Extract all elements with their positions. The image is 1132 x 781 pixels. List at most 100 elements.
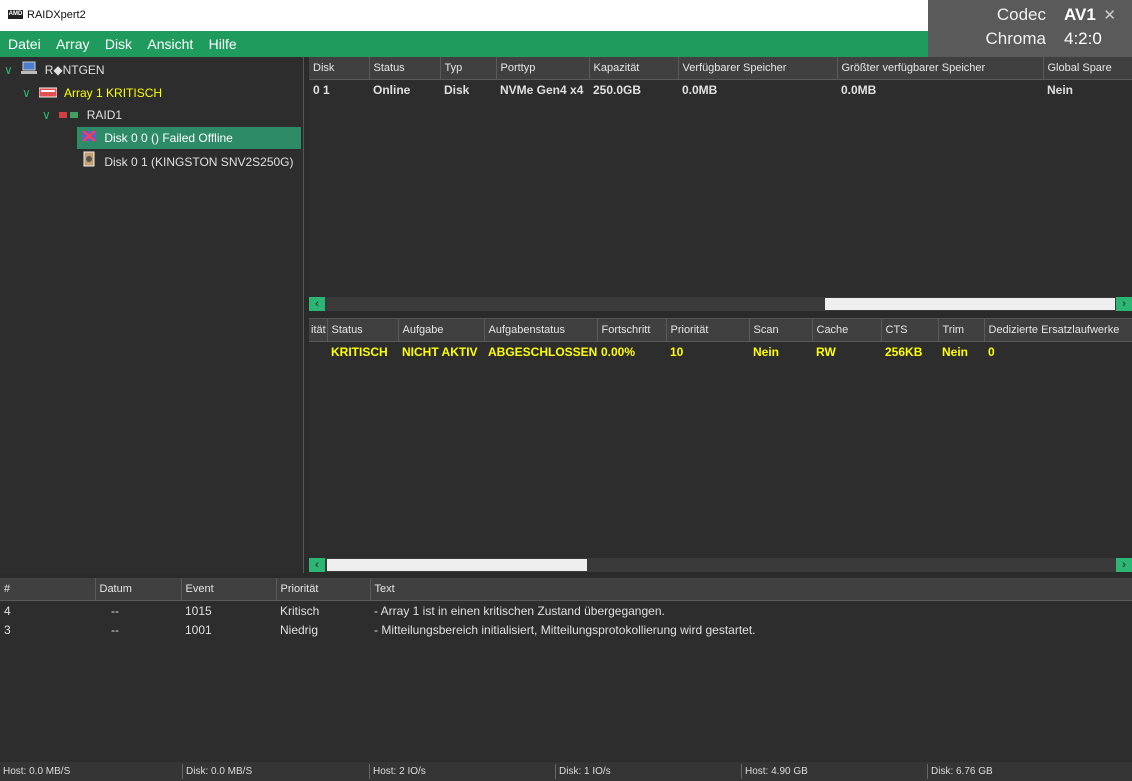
col-status[interactable]: Status <box>369 57 441 80</box>
table-row[interactable]: 0 1 Online Disk NVMe Gen4 x4 250.0GB 0.0… <box>309 80 1132 101</box>
table-row[interactable]: 4 -- 1015 Kritisch - Array 1 ist in eine… <box>0 601 1132 621</box>
chroma-label: Chroma <box>985 29 1046 48</box>
cell: KRITISCH <box>331 345 388 359</box>
col-prioritaet[interactable]: Priorität <box>276 578 371 601</box>
col-kapazitaet[interactable]: Kapazität <box>589 57 679 80</box>
menu-hilfe[interactable]: Hilfe <box>205 31 241 57</box>
col-aufgabe[interactable]: Aufgabe <box>398 319 485 342</box>
array-horizontal-scrollbar[interactable]: ‹ › <box>309 558 1132 572</box>
cell: 10 <box>670 345 684 359</box>
tree-raid-label: RAID1 <box>86 108 123 122</box>
cell: -- <box>111 603 119 618</box>
cell: 0.0MB <box>682 83 718 97</box>
disk-pane: Disk Status Typ Porttyp Kapazität Verfüg… <box>309 57 1132 297</box>
cell: NVMe Gen4 x4 <box>500 83 584 97</box>
col-trim[interactable]: Trim <box>938 319 985 342</box>
cell: Disk <box>444 83 470 97</box>
cell: - Mitteilungsbereich initialisiert, Mitt… <box>374 622 756 637</box>
status-disk-io: Disk: 1 IO/s <box>559 766 611 777</box>
menu-datei[interactable]: Datei <box>4 31 45 57</box>
cell <box>309 342 327 363</box>
tree-node-disk-failed[interactable]: Disk 0 0 () Failed Offline <box>77 127 301 149</box>
close-icon[interactable]: ✕ <box>1103 6 1116 24</box>
chevron-down-icon[interactable]: ∨ <box>22 82 36 104</box>
scroll-thumb[interactable] <box>327 559 587 571</box>
codec-overlay: Codec AV1 ✕ Chroma 4:2:0 <box>928 0 1132 57</box>
status-disk-size: Disk: 6.76 GB <box>931 766 993 777</box>
cell: Nein <box>1047 83 1074 97</box>
menu-array[interactable]: Array <box>52 31 93 57</box>
cell: 4 <box>4 603 11 618</box>
col-prioritaet-cut[interactable]: ität <box>309 319 328 342</box>
status-divider <box>555 764 556 779</box>
col-verfuegbar[interactable]: Verfügbarer Speicher <box>678 57 838 80</box>
status-bar: Host: 0.0 MB/S Disk: 0.0 MB/S Host: 2 IO… <box>0 762 1132 781</box>
status-disk-rate: Disk: 0.0 MB/S <box>186 766 253 777</box>
col-prioritaet[interactable]: Priorität <box>666 319 750 342</box>
cell: 0.00% <box>601 345 636 359</box>
col-ersatzlaufwerke[interactable]: Dedizierte Ersatzlaufwerke <box>984 319 1132 342</box>
menu-disk[interactable]: Disk <box>101 31 136 57</box>
col-text[interactable]: Text <box>370 578 1132 601</box>
status-host-rate: Host: 0.0 MB/S <box>3 766 71 777</box>
cell: Online <box>373 83 411 97</box>
disk-horizontal-scrollbar[interactable]: ‹ › <box>309 297 1132 311</box>
scroll-right-icon[interactable]: › <box>1116 558 1132 572</box>
col-event[interactable]: Event <box>181 578 277 601</box>
col-status[interactable]: Status <box>327 319 399 342</box>
table-row[interactable]: KRITISCH NICHT AKTIV ABGESCHLOSSEN 0.00%… <box>309 342 1132 363</box>
codec-label: Codec <box>996 5 1046 24</box>
cell: Niedrig <box>280 622 319 637</box>
col-disk[interactable]: Disk <box>309 57 370 80</box>
col-scan[interactable]: Scan <box>749 319 813 342</box>
cell: 3 <box>4 622 11 637</box>
status-divider <box>927 764 928 779</box>
tree-disk-ok-label: Disk 0 1 (KINGSTON SNV2S250G) <box>104 155 294 169</box>
col-datum[interactable]: Datum <box>95 578 182 601</box>
cell: 256KB <box>885 345 923 359</box>
scroll-thumb[interactable] <box>825 298 1115 310</box>
col-global-spare[interactable]: Global Spare <box>1043 57 1132 80</box>
disk-table-header: Disk Status Typ Porttyp Kapazität Verfüg… <box>309 57 1132 80</box>
cell: 1015 <box>185 603 212 618</box>
chevron-down-icon[interactable]: ∨ <box>42 104 56 126</box>
col-cts[interactable]: CTS <box>881 319 939 342</box>
event-log: # Datum Event Priorität Text 4 -- 1015 K… <box>0 578 1132 762</box>
tree-node-array[interactable]: ∨ Array 1 KRITISCH <box>22 82 162 104</box>
cell: Kritisch <box>280 603 320 618</box>
menu-bar: Datei Array Disk Ansicht Hilfe <box>0 31 928 57</box>
tree-node-raid[interactable]: ∨ RAID1 <box>42 104 122 126</box>
col-groesster[interactable]: Größter verfügbarer Speicher <box>837 57 1044 80</box>
col-porttyp[interactable]: Porttyp <box>496 57 590 80</box>
tree-node-disk-ok[interactable]: Disk 0 1 (KINGSTON SNV2S250G) <box>81 151 294 173</box>
col-fortschritt[interactable]: Fortschritt <box>597 319 667 342</box>
tree-host-label: R◆NTGEN <box>44 63 105 77</box>
cell: 0.0MB <box>841 83 877 97</box>
col-aufgabenstatus[interactable]: Aufgabenstatus <box>484 319 598 342</box>
cell: - Array 1 ist in einen kritischen Zustan… <box>374 603 665 618</box>
cell: -- <box>111 622 119 637</box>
scroll-left-icon[interactable]: ‹ <box>309 558 325 572</box>
tree-node-host[interactable]: ∨ R◆NTGEN <box>4 59 105 81</box>
scroll-right-icon[interactable]: › <box>1116 297 1132 311</box>
tree-array-label: Array 1 KRITISCH <box>64 86 163 100</box>
scroll-track[interactable] <box>325 558 1116 572</box>
table-row[interactable]: 3 -- 1001 Niedrig - Mitteilungsbereich i… <box>0 620 1132 639</box>
col-number[interactable]: # <box>0 578 96 601</box>
tree-disk-failed-label: Disk 0 0 () Failed Offline <box>104 131 233 145</box>
status-divider <box>369 764 370 779</box>
chevron-down-icon[interactable]: ∨ <box>4 59 18 81</box>
codec-value: AV1 <box>1064 5 1096 24</box>
col-cache[interactable]: Cache <box>812 319 882 342</box>
menu-ansicht[interactable]: Ansicht <box>143 31 197 57</box>
scroll-track[interactable] <box>325 297 1116 311</box>
amd-logo: AMD <box>8 10 23 19</box>
status-host-io: Host: 2 IO/s <box>373 766 426 777</box>
array-table-header: ität Status Aufgabe Aufgabenstatus Forts… <box>309 319 1132 342</box>
event-table: # Datum Event Priorität Text 4 -- 1015 K… <box>0 578 1132 639</box>
col-typ[interactable]: Typ <box>440 57 497 80</box>
cell: 1001 <box>185 622 212 637</box>
disk-icon <box>81 151 97 174</box>
computer-icon <box>21 60 38 82</box>
scroll-left-icon[interactable]: ‹ <box>309 297 325 311</box>
